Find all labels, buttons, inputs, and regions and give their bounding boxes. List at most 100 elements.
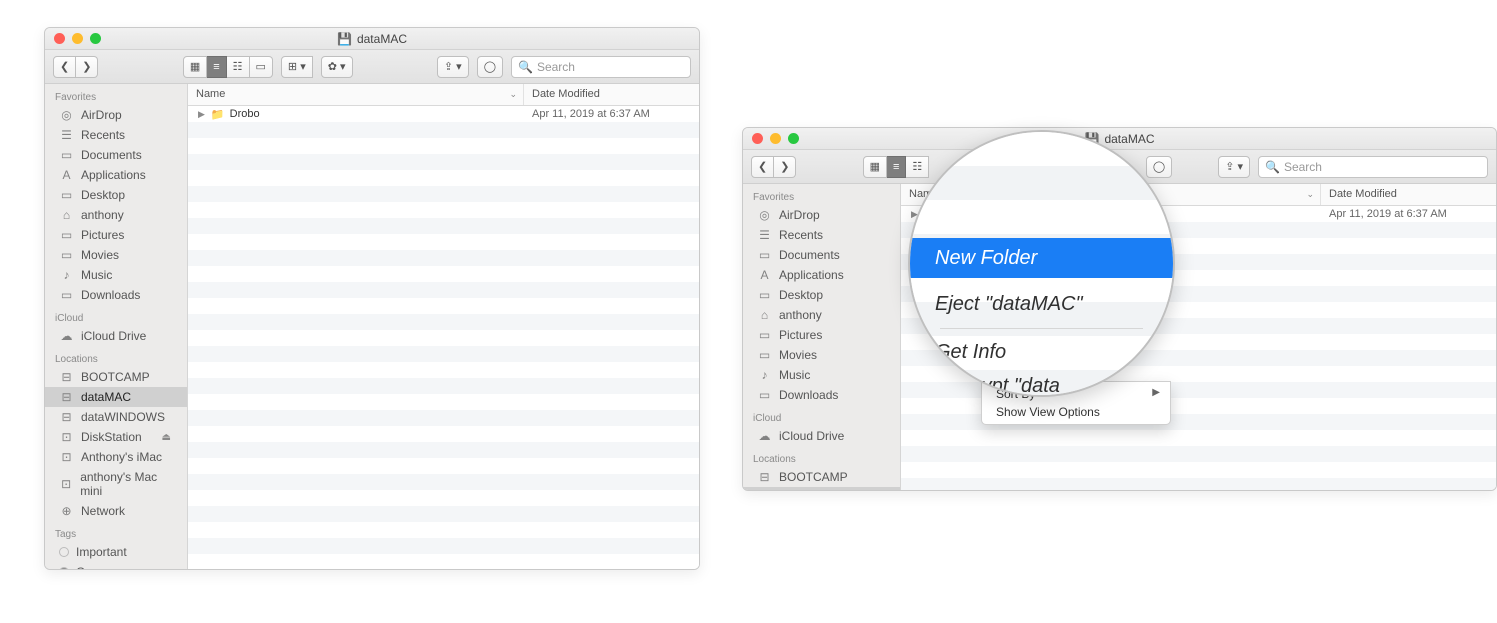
content-area: Name ⌄ Date Modified ▶ 📁 Drobo Apr 11, 2… <box>188 84 699 569</box>
file-date: Apr 11, 2019 at 6:37 AM <box>1321 208 1496 220</box>
sidebar-item-datawindows[interactable]: ⊟dataWINDOWS <box>45 407 187 427</box>
back-button[interactable]: ❮ <box>751 156 774 178</box>
sidebar-item-airdrop[interactable]: ◎AirDrop <box>743 205 900 225</box>
sidebar-item-music[interactable]: ♪Music <box>743 365 900 385</box>
sidebar-heading: Favorites <box>743 184 900 205</box>
toolbar: ❮ ❯ ▦ ≡ ☷ ▭ ⊞ ▾ ✿ ▾ ⇪ ▾ ◯ 🔍 Search <box>45 50 699 84</box>
sidebar-item-diskstation[interactable]: ⊡ DiskStation ⏏ <box>45 427 187 447</box>
zoom-button[interactable] <box>90 33 101 44</box>
sidebar-item-desktop[interactable]: ▭Desktop <box>743 285 900 305</box>
cloud-icon: ☁ <box>59 329 74 343</box>
sidebar-item-label: Music <box>779 368 810 382</box>
sidebar-item-anthony[interactable]: ⌂anthony <box>45 205 187 225</box>
sidebar-item-label: BOOTCAMP <box>779 470 848 484</box>
forward-button[interactable]: ❯ <box>76 56 98 78</box>
sidebar-item-applications[interactable]: AApplications <box>45 165 187 185</box>
sidebar-item-label: Documents <box>779 248 840 262</box>
sidebar-item-label: Movies <box>779 348 817 362</box>
sidebar-item-label: dataMAC <box>81 390 131 404</box>
share-button[interactable]: ⇪ ▾ <box>1218 156 1250 178</box>
sidebar-item-label: Downloads <box>81 288 140 302</box>
sidebar-item-documents[interactable]: ▭ Documents <box>743 245 900 265</box>
sidebar-item-label: Applications <box>779 268 844 282</box>
sidebar-item-pictures[interactable]: ▭Pictures <box>743 325 900 345</box>
traffic-lights <box>45 33 101 44</box>
column-view-button[interactable]: ☷ <box>227 56 250 78</box>
sidebar-item-label: DiskStation <box>81 430 142 444</box>
search-field[interactable]: 🔍 Search <box>511 56 691 78</box>
close-button[interactable] <box>54 33 65 44</box>
arrange-button[interactable]: ⊞ ▾ <box>281 56 313 78</box>
sidebar-item-datamac[interactable]: ⊟dataMAC <box>743 487 900 490</box>
sidebar-item-gray[interactable]: Gray <box>45 562 187 569</box>
fav-icon: ☰ <box>757 228 772 242</box>
tags-button[interactable]: ◯ <box>477 56 503 78</box>
menu-item-new-folder[interactable]: New Folder <box>910 238 1173 278</box>
sidebar-heading: Locations <box>45 346 187 367</box>
fav-icon: ▭ <box>757 248 772 262</box>
list-view-button[interactable]: ≡ <box>887 156 906 178</box>
icon-view-button[interactable]: ▦ <box>863 156 887 178</box>
loc-icon: ⊡ <box>59 450 74 464</box>
submenu-arrow-icon: ▶ <box>1144 378 1155 395</box>
sidebar-item-icloud-drive[interactable]: ☁iCloud Drive <box>743 426 900 446</box>
sidebar-item-recents[interactable]: ☰Recents <box>45 125 187 145</box>
fav-icon: ▭ <box>59 228 74 242</box>
sidebar-item-music[interactable]: ♪Music <box>45 265 187 285</box>
search-icon: 🔍 <box>1265 160 1280 174</box>
column-date[interactable]: Date Modified <box>524 84 699 105</box>
sidebar-item-bootcamp[interactable]: ⊟BOOTCAMP <box>743 467 900 487</box>
minimize-button[interactable] <box>770 133 781 144</box>
titlebar[interactable]: 💾 dataMAC <box>45 28 699 50</box>
sidebar-item-bootcamp[interactable]: ⊟BOOTCAMP <box>45 367 187 387</box>
sidebar-item-movies[interactable]: ▭Movies <box>45 245 187 265</box>
close-button[interactable] <box>752 133 763 144</box>
sidebar-item-downloads[interactable]: ▭Downloads <box>45 285 187 305</box>
column-date[interactable]: Date Modified <box>1321 184 1496 205</box>
sidebar-item-documents[interactable]: ▭Documents <box>45 145 187 165</box>
sidebar-item-airdrop[interactable]: ◎AirDrop <box>45 105 187 125</box>
forward-button[interactable]: ❯ <box>774 156 796 178</box>
sidebar-heading: iCloud <box>45 305 187 326</box>
fav-icon: ⌂ <box>757 308 772 322</box>
loc-icon: ⊡ <box>59 430 74 444</box>
sidebar-heading: iCloud <box>743 405 900 426</box>
sidebar-item-datamac[interactable]: ⊟dataMAC <box>45 387 187 407</box>
submenu-arrow-icon: ▶ <box>1144 344 1155 361</box>
sidebar-item-label: Important <box>76 545 127 559</box>
sidebar-item-desktop[interactable]: ▭Desktop <box>45 185 187 205</box>
sidebar-item-icloud-drive[interactable]: ☁iCloud Drive <box>45 326 187 346</box>
share-button[interactable]: ⇪ ▾ <box>437 56 469 78</box>
file-name: Drobo <box>230 108 524 120</box>
sidebar-item-movies[interactable]: ▭ Movies <box>743 345 900 365</box>
menu-item-show-view-options[interactable]: Show View Options <box>982 403 1170 421</box>
eject-icon[interactable]: ⏏ <box>162 432 177 443</box>
minimize-button[interactable] <box>72 33 83 44</box>
sidebar-item-anthony-s-mac-mini[interactable]: ⊡anthony's Mac mini <box>45 467 187 501</box>
action-button[interactable]: ✿ ▾ <box>321 56 353 78</box>
file-rows[interactable]: ▶ 📁 Drobo Apr 11, 2019 at 6:37 AM <box>188 106 699 569</box>
icon-view-button[interactable]: ▦ <box>183 56 207 78</box>
sidebar-item-important[interactable]: Important <box>45 542 187 562</box>
sidebar-item-recents[interactable]: ☰Recents <box>743 225 900 245</box>
fav-icon: ▭ <box>757 348 772 362</box>
sidebar-item-anthony-s-imac[interactable]: ⊡Anthony's iMac <box>45 447 187 467</box>
nav-buttons: ❮ ❯ <box>53 56 98 78</box>
sidebar-item-pictures[interactable]: ▭Pictures <box>45 225 187 245</box>
fav-icon: ⌂ <box>59 208 74 222</box>
gallery-view-button[interactable]: ▭ <box>250 56 273 78</box>
sidebar-item-network[interactable]: ⊕Network <box>45 501 187 521</box>
menu-item-encrypt[interactable]: crypt "data ▶ <box>910 366 1173 397</box>
back-button[interactable]: ❮ <box>53 56 76 78</box>
sidebar-item-anthony[interactable]: ⌂anthony <box>743 305 900 325</box>
menu-item-eject[interactable]: Eject "dataMAC" <box>910 284 1173 324</box>
drive-icon: 💾 <box>337 32 352 46</box>
sidebar-item-downloads[interactable]: ▭Downloads <box>743 385 900 405</box>
column-name[interactable]: Name ⌄ <box>188 84 524 105</box>
sidebar-item-applications[interactable]: AApplications <box>743 265 900 285</box>
search-field[interactable]: 🔍 Search <box>1258 156 1488 178</box>
disclosure-triangle-icon[interactable]: ▶ <box>198 109 205 120</box>
list-view-button[interactable]: ≡ <box>207 56 226 78</box>
zoom-button[interactable] <box>788 133 799 144</box>
table-row[interactable]: ▶ 📁 Drobo Apr 11, 2019 at 6:37 AM <box>188 106 699 122</box>
